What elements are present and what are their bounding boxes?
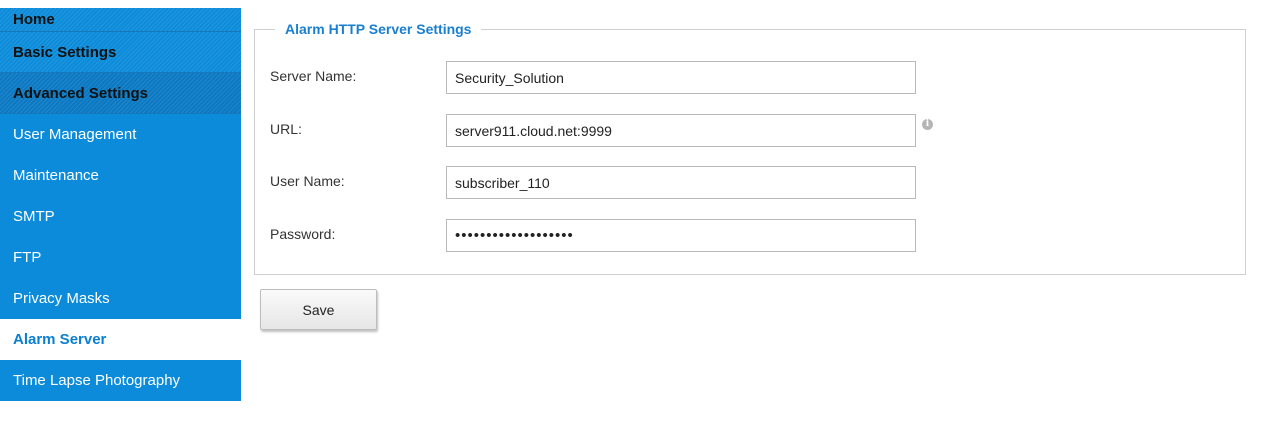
panel-legend: Alarm HTTP Server Settings — [275, 20, 482, 38]
sidebar-item-label: Time Lapse Photography — [13, 372, 181, 389]
sidebar-item-basic-settings[interactable]: Basic Settings — [0, 32, 241, 73]
server-name-label: Server Name: — [270, 68, 357, 84]
sidebar-nav: Home Basic Settings Advanced Settings Us… — [0, 8, 241, 441]
sidebar-item-label: FTP — [13, 249, 42, 266]
sidebar-item-advanced-settings[interactable]: Advanced Settings — [0, 73, 241, 114]
save-button[interactable]: Save — [260, 289, 377, 330]
sidebar-item-label: Home — [13, 11, 55, 28]
sidebar-item-privacy-masks[interactable]: Privacy Masks — [0, 278, 241, 319]
sidebar-item-maintenance[interactable]: Maintenance — [0, 155, 241, 196]
server-name-input[interactable] — [446, 61, 916, 94]
sidebar-item-label: Basic Settings — [13, 44, 117, 61]
url-input[interactable] — [446, 114, 916, 147]
alarm-http-server-settings-panel: Alarm HTTP Server Settings Server Name: … — [254, 20, 1246, 275]
sidebar-item-user-management[interactable]: User Management — [0, 114, 241, 155]
sidebar-item-label: Advanced Settings — [13, 85, 149, 102]
sidebar-item-label: SMTP — [13, 208, 55, 225]
sidebar-item-smtp[interactable]: SMTP — [0, 196, 241, 237]
sidebar-item-home[interactable]: Home — [0, 8, 241, 32]
user-name-label: User Name: — [270, 173, 345, 189]
sidebar-item-alarm-server[interactable]: Alarm Server — [0, 319, 241, 360]
sidebar-item-label: Maintenance — [13, 167, 99, 184]
server-name-row: Server Name: — [270, 61, 1230, 94]
sidebar-item-label: User Management — [13, 126, 137, 143]
info-icon[interactable]: i — [922, 119, 933, 130]
sidebar-item-label: Alarm Server — [13, 331, 107, 348]
password-input[interactable] — [446, 219, 916, 252]
sidebar-item-label: Privacy Masks — [13, 290, 110, 307]
user-name-input[interactable] — [446, 166, 916, 199]
password-label: Password: — [270, 226, 336, 242]
url-row: URL: i — [270, 114, 1230, 147]
sidebar-item-ftp[interactable]: FTP — [0, 237, 241, 278]
user-name-row: User Name: — [270, 166, 1230, 199]
sidebar-item-time-lapse-photography[interactable]: Time Lapse Photography — [0, 360, 241, 401]
url-label: URL: — [270, 121, 302, 137]
password-row: Password: — [270, 219, 1230, 252]
